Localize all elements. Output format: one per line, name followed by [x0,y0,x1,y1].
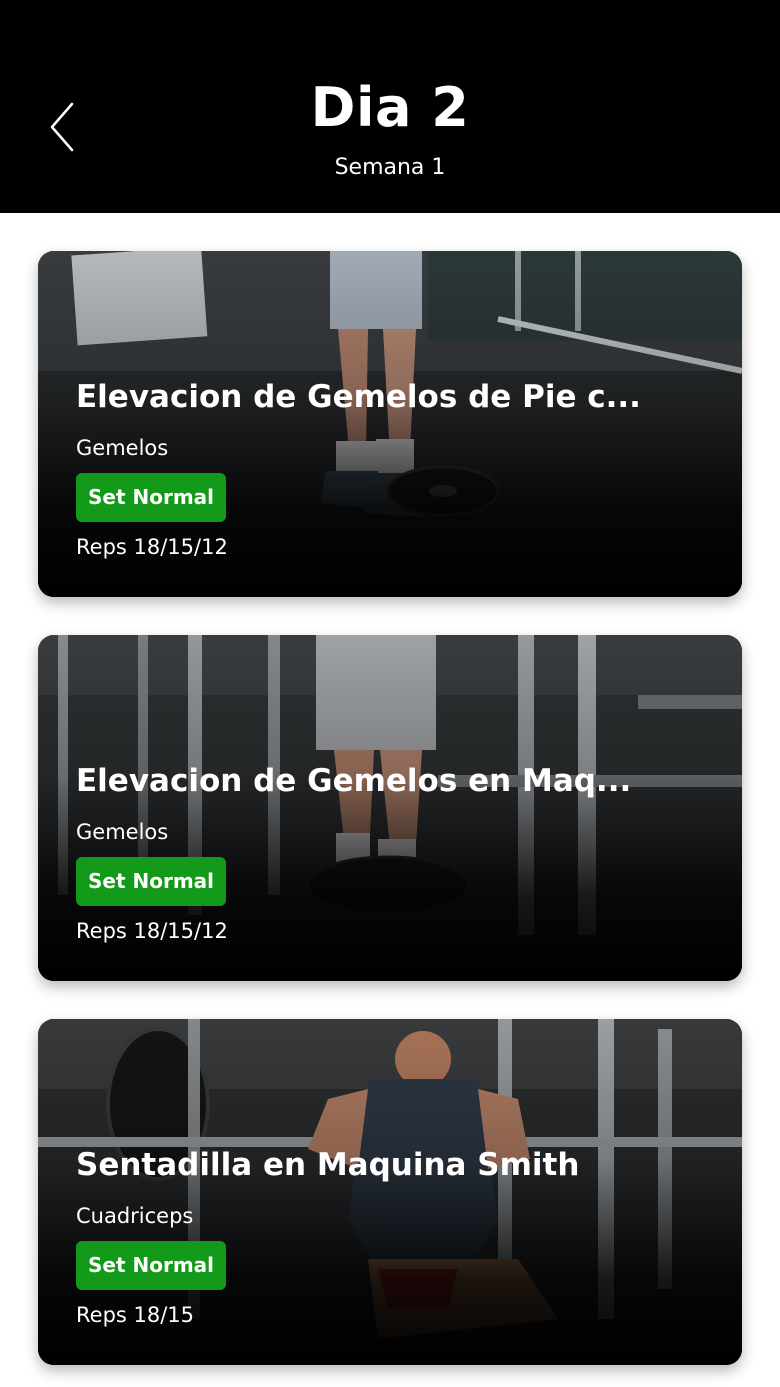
set-type-badge: Set Normal [76,857,227,906]
muscle-group: Gemelos [76,820,169,844]
exercise-name: Elevacion de Gemelos en Maq... [76,763,632,799]
set-type-badge: Set Normal [76,1241,227,1290]
reps-text: Reps 18/15 [76,1303,195,1327]
exercise-name: Elevacion de Gemelos de Pie c... [76,379,641,415]
reps-text: Reps 18/15/12 [76,535,228,559]
reps-text: Reps 18/15/12 [76,919,228,943]
exercise-card-3[interactable]: Sentadilla en Maquina Smith Cuadriceps S… [38,1019,742,1365]
page-title: Dia 2 [310,76,470,139]
exercise-card-1[interactable]: Elevacion de Gemelos de Pie c... Gemelos… [38,251,742,597]
muscle-group: Cuadriceps [76,1204,194,1228]
header: Dia 2 Semana 1 [0,0,780,213]
exercise-name: Sentadilla en Maquina Smith [76,1147,580,1183]
exercise-card-2[interactable]: Elevacion de Gemelos en Maq... Gemelos S… [38,635,742,981]
set-type-badge: Set Normal [76,473,227,522]
page-subtitle: Semana 1 [334,155,446,180]
muscle-group: Gemelos [76,436,169,460]
